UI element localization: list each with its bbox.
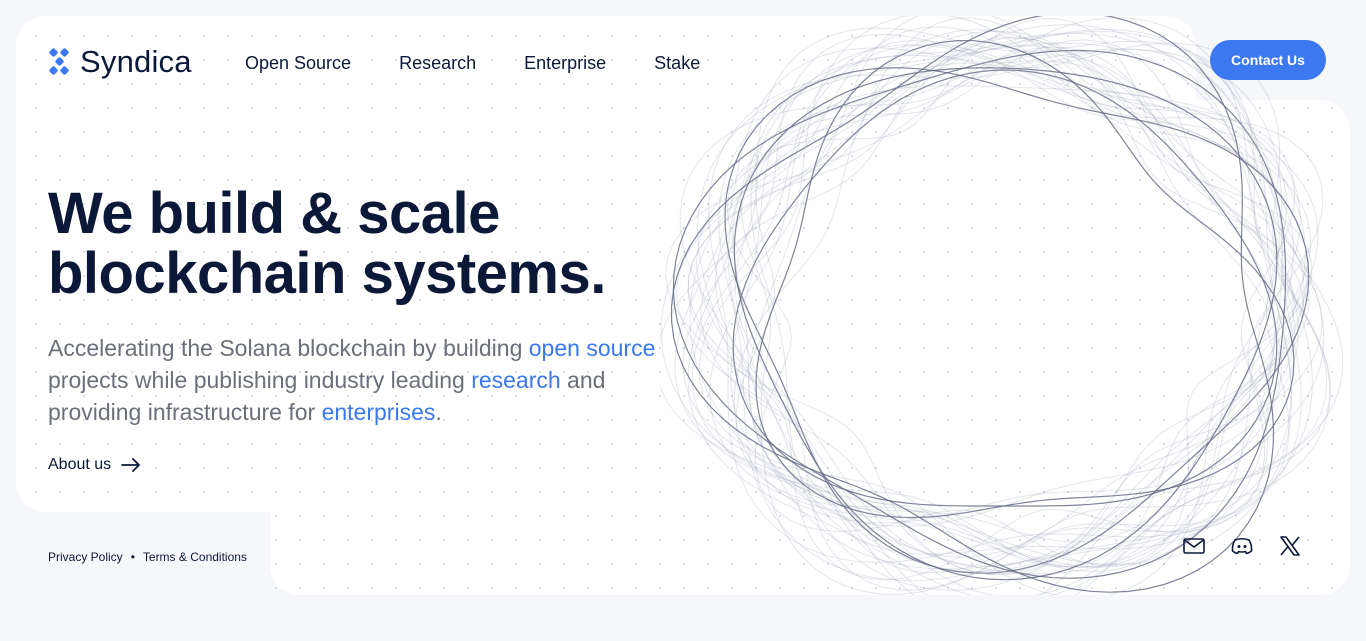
ring-line — [675, 26, 1290, 574]
hero-headline: We build & scale blockchain systems. — [48, 181, 606, 306]
privacy-policy-link[interactable]: Privacy Policy — [48, 550, 123, 564]
ring-line — [660, 24, 1293, 565]
x-icon[interactable] — [1278, 534, 1302, 558]
brand-name: Syndica — [80, 44, 192, 79]
nav-stake[interactable]: Stake — [654, 53, 700, 74]
page: Syndica Open Source Research Enterprise … — [0, 0, 1366, 641]
contact-us-button[interactable]: Contact Us — [1210, 40, 1326, 80]
ring-line — [700, 36, 1310, 576]
ring-line — [698, 16, 1312, 595]
ring-line — [727, 85, 1306, 573]
subtitle-text: . — [435, 399, 442, 425]
nav-research[interactable]: Research — [399, 53, 476, 74]
nav-open-source[interactable]: Open Source — [245, 53, 351, 74]
main-nav: Open Source Research Enterprise Stake — [245, 53, 700, 74]
hero-subtitle: Accelerating the Solana blockchain by bu… — [48, 332, 688, 428]
ring-line — [733, 67, 1278, 581]
ring-line — [718, 30, 1292, 582]
separator-dot: • — [130, 550, 135, 564]
legal-links: Privacy Policy • Terms & Conditions — [48, 550, 247, 564]
ring-line — [714, 54, 1296, 558]
ring-line — [733, 30, 1283, 524]
subtitle-text: Accelerating the Solana blockchain by bu… — [48, 335, 529, 361]
discord-icon[interactable] — [1230, 534, 1254, 558]
subtitle-text: projects while publishing industry leadi… — [48, 367, 472, 393]
about-us-link[interactable]: About us — [48, 456, 141, 474]
arrow-right-icon — [121, 458, 141, 472]
enterprises-link[interactable]: enterprises — [322, 399, 436, 425]
ring-line — [732, 60, 1305, 543]
nav-enterprise[interactable]: Enterprise — [524, 53, 606, 74]
social-links — [1182, 534, 1302, 558]
research-link[interactable]: research — [471, 367, 560, 393]
logo[interactable]: Syndica — [48, 44, 192, 80]
open-source-link[interactable]: open source — [529, 335, 656, 361]
about-us-label: About us — [48, 456, 112, 473]
ring-line — [665, 17, 1324, 581]
terms-link[interactable]: Terms & Conditions — [143, 550, 247, 564]
mail-icon[interactable] — [1182, 534, 1206, 558]
syndica-logo-icon — [49, 48, 69, 75]
wave-rings-graphic — [660, 16, 1344, 595]
